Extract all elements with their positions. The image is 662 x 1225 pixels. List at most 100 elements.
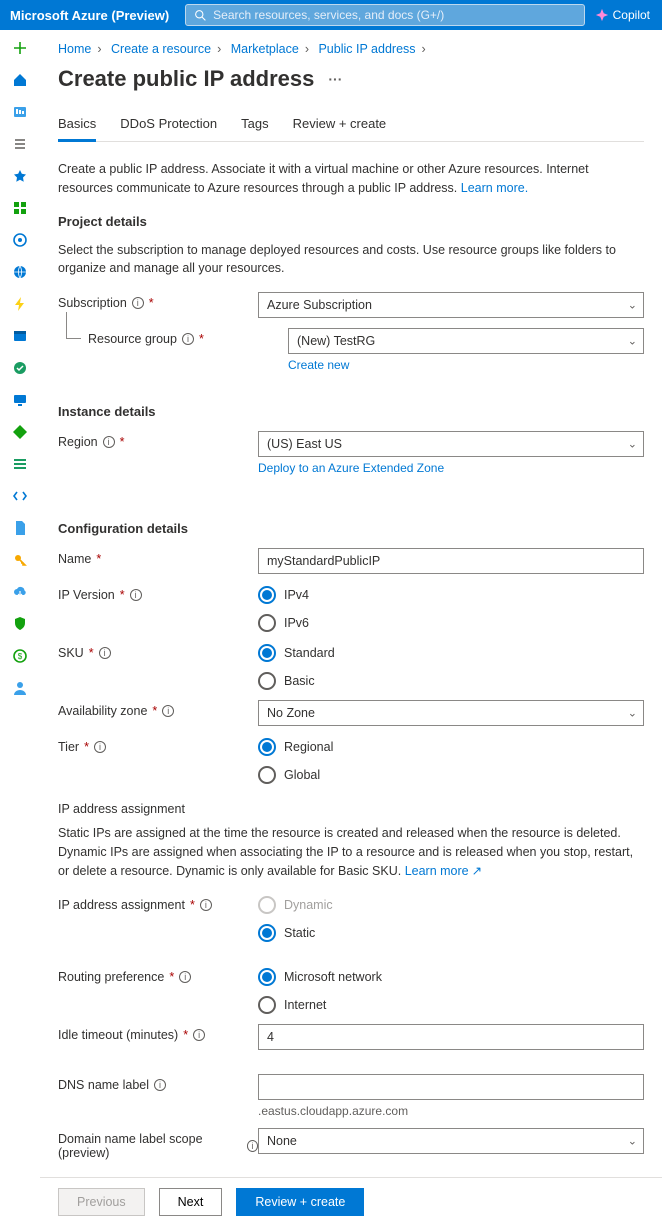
info-icon[interactable]: i	[182, 333, 194, 345]
copilot-icon	[595, 8, 609, 22]
tab-tags[interactable]: Tags	[241, 110, 268, 141]
assign-learn-more-link[interactable]: Learn more↗	[405, 864, 482, 878]
subscription-label-text: Subscription	[58, 296, 127, 310]
resource-group-select[interactable]: (New) TestRG	[288, 328, 644, 354]
rail-display-icon[interactable]	[8, 388, 32, 412]
dns-input[interactable]	[258, 1074, 644, 1100]
breadcrumb-item[interactable]: Create a resource	[111, 42, 211, 56]
radio-label: Basic	[284, 674, 315, 688]
subscription-select[interactable]: Azure Subscription	[258, 292, 644, 318]
project-details-desc: Select the subscription to manage deploy…	[58, 241, 644, 279]
info-icon[interactable]: i	[103, 436, 115, 448]
rail-key-icon[interactable]	[8, 548, 32, 572]
radio-icon	[258, 586, 276, 604]
section-project-details: Project details	[58, 214, 644, 229]
rail-cloud-icon[interactable]	[8, 580, 32, 604]
radio-icon	[258, 614, 276, 632]
review-create-button[interactable]: Review + create	[236, 1188, 364, 1216]
radio-label: Standard	[284, 646, 335, 660]
tabs: Basics DDoS Protection Tags Review + cre…	[58, 110, 644, 142]
next-button[interactable]: Next	[159, 1188, 223, 1216]
dns-label: DNS name label i	[58, 1074, 258, 1092]
required-icon: *	[190, 898, 195, 912]
info-icon[interactable]: i	[99, 647, 111, 659]
rail-shield-icon[interactable]	[8, 612, 32, 636]
radio-ipv6[interactable]: IPv6	[258, 614, 644, 632]
radio-icon	[258, 644, 276, 662]
radio-dynamic: Dynamic	[258, 896, 644, 914]
rail-favorites-icon[interactable]	[8, 164, 32, 188]
idle-timeout-input[interactable]	[258, 1024, 644, 1050]
radio-internet[interactable]: Internet	[258, 996, 644, 1014]
routing-label-text: Routing preference	[58, 970, 164, 984]
row-tier: Tier * i Regional Global	[58, 736, 644, 784]
rail-service1-icon[interactable]	[8, 228, 32, 252]
create-new-rg-link[interactable]: Create new	[288, 358, 349, 372]
info-icon[interactable]: i	[247, 1140, 258, 1152]
rail-globe-icon[interactable]	[8, 260, 32, 284]
row-assignment: IP address assignment * i Dynamic Static	[58, 894, 644, 942]
region-select[interactable]: (US) East US	[258, 431, 644, 457]
rail-functions-icon[interactable]	[8, 292, 32, 316]
info-icon[interactable]: i	[130, 589, 142, 601]
radio-global[interactable]: Global	[258, 766, 644, 784]
breadcrumb-item[interactable]: Public IP address	[318, 42, 415, 56]
sku-label-text: SKU	[58, 646, 84, 660]
rail-monitor-icon[interactable]	[8, 356, 32, 380]
az-select[interactable]: No Zone	[258, 700, 644, 726]
rail-add-icon[interactable]	[8, 36, 32, 60]
rail-list-icon[interactable]	[8, 132, 32, 156]
breadcrumb-item[interactable]: Home	[58, 42, 91, 56]
row-idle-timeout: Idle timeout (minutes) * i	[58, 1024, 644, 1050]
tab-review[interactable]: Review + create	[293, 110, 387, 141]
rail-person-icon[interactable]	[8, 676, 32, 700]
rail-code-icon[interactable]	[8, 484, 32, 508]
ip-version-radio-group: IPv4 IPv6	[258, 584, 644, 632]
domain-scope-select[interactable]: None	[258, 1128, 644, 1154]
region-label: Region i *	[58, 431, 258, 449]
radio-static[interactable]: Static	[258, 924, 644, 942]
radio-regional[interactable]: Regional	[258, 738, 644, 756]
ip-version-label: IP Version * i	[58, 584, 258, 602]
row-availability-zone: Availability zone * i No Zone ⌄	[58, 700, 644, 726]
info-icon[interactable]: i	[94, 741, 106, 753]
rail-grid-icon[interactable]	[8, 196, 32, 220]
search-input[interactable]	[213, 8, 576, 22]
info-icon[interactable]: i	[200, 899, 212, 911]
required-icon: *	[199, 332, 204, 346]
rail-doc-icon[interactable]	[8, 516, 32, 540]
sku-radio-group: Standard Basic	[258, 642, 644, 690]
sku-label: SKU * i	[58, 642, 258, 660]
info-icon[interactable]: i	[132, 297, 144, 309]
more-actions-icon[interactable]: ···	[328, 71, 342, 87]
tab-basics[interactable]: Basics	[58, 110, 96, 142]
tab-ddos[interactable]: DDoS Protection	[120, 110, 217, 141]
copilot-button[interactable]: Copilot	[595, 8, 650, 22]
idle-label-text: Idle timeout (minutes)	[58, 1028, 178, 1042]
radio-standard[interactable]: Standard	[258, 644, 644, 662]
rail-dashboard-icon[interactable]	[8, 100, 32, 124]
radio-basic[interactable]: Basic	[258, 672, 644, 690]
subscription-label: Subscription i *	[58, 292, 258, 310]
extended-zone-link[interactable]: Deploy to an Azure Extended Zone	[258, 461, 444, 475]
footer-bar: Previous Next Review + create	[40, 1177, 662, 1225]
global-search[interactable]	[185, 4, 585, 26]
info-icon[interactable]: i	[162, 705, 174, 717]
rail-cost-icon[interactable]: $	[8, 644, 32, 668]
svg-text:$: $	[18, 652, 23, 661]
radio-microsoft-network[interactable]: Microsoft network	[258, 968, 644, 986]
az-label: Availability zone * i	[58, 700, 258, 718]
breadcrumb-item[interactable]: Marketplace	[231, 42, 299, 56]
required-icon: *	[183, 1028, 188, 1042]
learn-more-link[interactable]: Learn more.	[461, 181, 528, 195]
rail-storage-icon[interactable]	[8, 324, 32, 348]
radio-ipv4[interactable]: IPv4	[258, 586, 644, 604]
name-input[interactable]	[258, 548, 644, 574]
rail-home-icon[interactable]	[8, 68, 32, 92]
info-icon[interactable]: i	[154, 1079, 166, 1091]
info-icon[interactable]: i	[179, 971, 191, 983]
row-region: Region i * (US) East US ⌄ Deploy to an A…	[58, 431, 644, 475]
info-icon[interactable]: i	[193, 1029, 205, 1041]
rail-advisor-icon[interactable]	[8, 420, 32, 444]
rail-bars-icon[interactable]	[8, 452, 32, 476]
